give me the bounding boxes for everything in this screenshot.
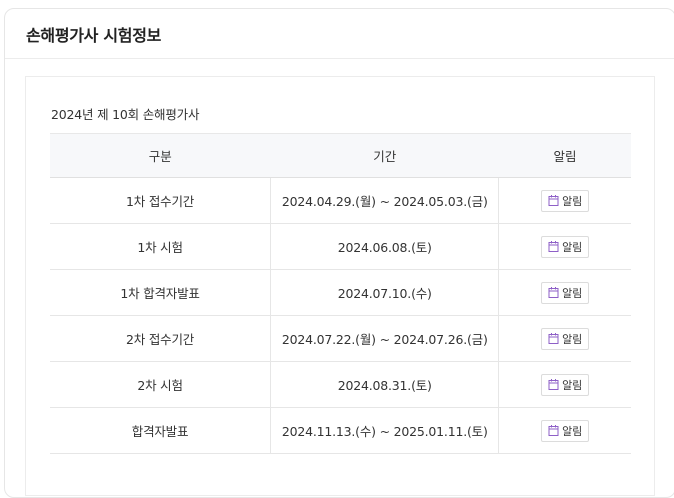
alarm-label: 알림 xyxy=(562,194,583,208)
alarm-button[interactable]: 알림 xyxy=(541,235,590,258)
row-alarm-cell: 알림 xyxy=(498,269,631,316)
calendar-icon xyxy=(548,379,559,390)
table-row: 1차 접수기간 2024.04.29.(월) ~ 2024.05.03.(금) … xyxy=(50,177,631,224)
calendar-icon xyxy=(548,195,559,206)
alarm-button[interactable]: 알림 xyxy=(541,327,590,350)
schedule-table: 구분 기간 알림 1차 접수기간 2024.04.29.(월) ~ 2024.0… xyxy=(50,133,631,454)
alarm-label: 알림 xyxy=(562,378,583,392)
row-period: 2024.07.10.(수) xyxy=(270,269,500,316)
column-header-period: 기간 xyxy=(270,133,499,178)
row-division: 2차 접수기간 xyxy=(50,315,271,362)
row-alarm-cell: 알림 xyxy=(498,177,631,224)
alarm-label: 알림 xyxy=(562,332,583,346)
alarm-button[interactable]: 알림 xyxy=(541,419,590,442)
calendar-icon xyxy=(548,287,559,298)
table-row: 2차 시험 2024.08.31.(토) 알림 xyxy=(50,361,631,408)
row-division: 1차 합격자발표 xyxy=(50,269,271,316)
row-division: 1차 시험 xyxy=(50,223,271,270)
row-division: 2차 시험 xyxy=(50,361,271,408)
row-period: 2024.06.08.(토) xyxy=(270,223,500,270)
alarm-button[interactable]: 알림 xyxy=(541,281,590,304)
alarm-label: 알림 xyxy=(562,240,583,254)
exam-info-card: 손해평가사 시험정보 2024년 제 10회 손해평가사 구분 기간 알림 1차… xyxy=(4,8,674,498)
row-period: 2024.04.29.(월) ~ 2024.05.03.(금) xyxy=(270,177,500,224)
row-alarm-cell: 알림 xyxy=(498,223,631,270)
table-row: 2차 접수기간 2024.07.22.(월) ~ 2024.07.26.(금) … xyxy=(50,315,631,362)
row-alarm-cell: 알림 xyxy=(498,315,631,362)
alarm-button[interactable]: 알림 xyxy=(541,189,590,212)
row-period: 2024.11.13.(수) ~ 2025.01.11.(토) xyxy=(270,407,500,454)
page-title: 손해평가사 시험정보 xyxy=(26,25,162,45)
exam-name: 2024년 제 10회 손해평가사 xyxy=(51,107,200,122)
calendar-icon xyxy=(548,425,559,436)
alarm-label: 알림 xyxy=(562,286,583,300)
row-alarm-cell: 알림 xyxy=(498,407,631,454)
table-header-row: 구분 기간 알림 xyxy=(50,133,631,178)
table-row: 합격자발표 2024.11.13.(수) ~ 2025.01.11.(토) 알림 xyxy=(50,407,631,454)
exam-schedule-panel: 2024년 제 10회 손해평가사 구분 기간 알림 1차 접수기간 2024.… xyxy=(25,76,655,496)
calendar-icon xyxy=(548,333,559,344)
row-division: 합격자발표 xyxy=(50,407,271,454)
alarm-button[interactable]: 알림 xyxy=(541,373,590,396)
row-period: 2024.07.22.(월) ~ 2024.07.26.(금) xyxy=(270,315,500,362)
column-header-alarm: 알림 xyxy=(498,133,631,178)
row-alarm-cell: 알림 xyxy=(498,361,631,408)
calendar-icon xyxy=(548,241,559,252)
table-row: 1차 합격자발표 2024.07.10.(수) 알림 xyxy=(50,269,631,316)
table-row: 1차 시험 2024.06.08.(토) 알림 xyxy=(50,223,631,270)
row-period: 2024.08.31.(토) xyxy=(270,361,500,408)
alarm-label: 알림 xyxy=(562,424,583,438)
card-header: 손해평가사 시험정보 xyxy=(5,9,674,59)
row-division: 1차 접수기간 xyxy=(50,177,271,224)
column-header-division: 구분 xyxy=(50,133,271,178)
